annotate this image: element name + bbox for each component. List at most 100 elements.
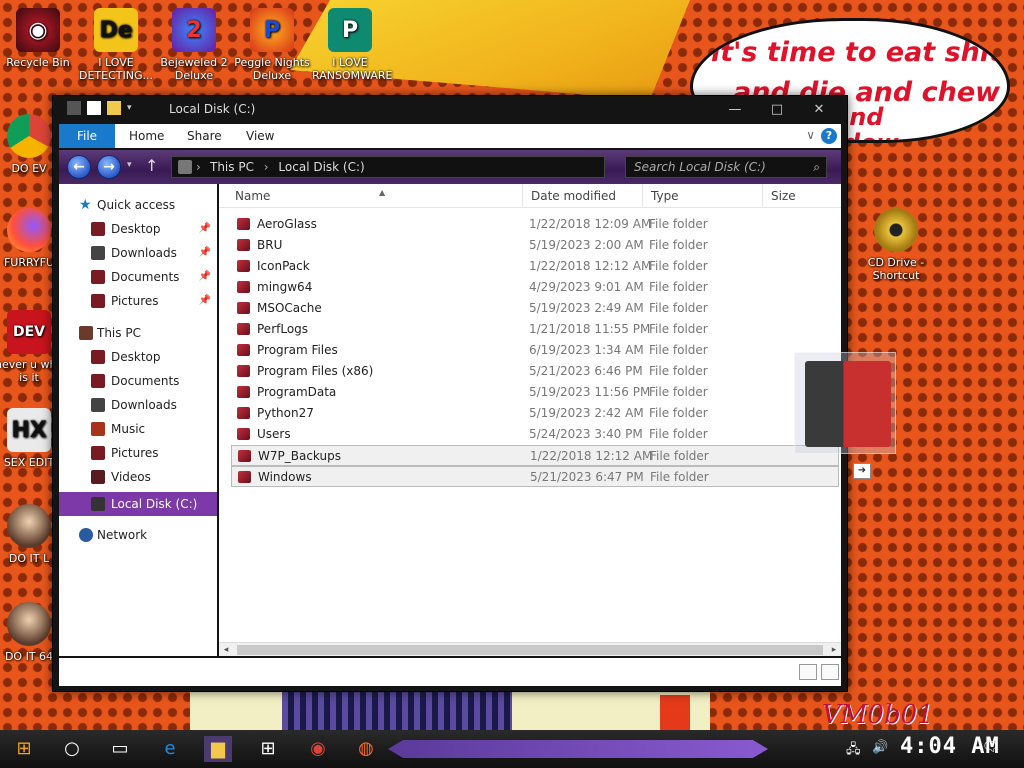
column-header-size[interactable]: Size bbox=[763, 184, 841, 208]
search-icon[interactable]: ○ bbox=[58, 736, 86, 762]
file-name: Program Files (x86) bbox=[257, 364, 374, 378]
start-button[interactable]: ⊞ bbox=[10, 736, 38, 762]
tab-file[interactable]: File bbox=[59, 124, 115, 148]
nav-pc-music[interactable]: Music bbox=[59, 418, 217, 440]
file-type: File folder bbox=[649, 322, 708, 336]
file-name: W7P_Backups bbox=[258, 449, 341, 463]
nav-pc-downloads[interactable]: Downloads bbox=[59, 394, 217, 416]
nav-local-disk[interactable]: Local Disk (C:) bbox=[59, 492, 217, 516]
new-folder-icon[interactable] bbox=[107, 101, 121, 115]
nav-pc-videos[interactable]: Videos bbox=[59, 466, 217, 488]
pin-icon[interactable]: 📌 bbox=[199, 242, 211, 264]
file-row[interactable]: ProgramData 5/19/2023 11:56 PM File folder bbox=[231, 382, 839, 403]
file-row[interactable]: Program Files 6/19/2023 1:34 AM File folde… bbox=[231, 340, 839, 361]
file-row[interactable]: W7P_Backups 1/22/2018 12:12 AM File folder bbox=[231, 445, 839, 466]
pin-icon[interactable]: 📌 bbox=[199, 266, 211, 288]
navigation-pane: ★ Quick access Desktop 📌 Downloads 📌 Doc… bbox=[59, 184, 217, 656]
file-date: 5/19/2023 2:00 AM bbox=[529, 238, 644, 252]
chevron-down-icon[interactable]: ▾ bbox=[127, 103, 132, 113]
scrollbar-thumb[interactable] bbox=[237, 645, 823, 655]
breadcrumb-local-disk[interactable]: Local Disk (C:) bbox=[278, 160, 364, 174]
file-name: MSOCache bbox=[257, 301, 322, 315]
help-button[interactable]: ? bbox=[821, 128, 837, 144]
tab-share[interactable]: Share bbox=[187, 124, 222, 148]
horizontal-scrollbar[interactable]: ◂ ▸ bbox=[219, 642, 841, 656]
nav-quick-pictures[interactable]: Pictures 📌 bbox=[59, 290, 217, 312]
file-row[interactable]: Windows 5/21/2023 6:47 PM File folder bbox=[231, 466, 839, 487]
pin-icon[interactable]: 📌 bbox=[199, 290, 211, 312]
nav-quick-access[interactable]: ★ Quick access bbox=[59, 194, 217, 216]
notification-icon[interactable]: 🗨 bbox=[982, 740, 999, 755]
column-header-name[interactable]: Name ▲ bbox=[227, 184, 523, 208]
file-row[interactable]: mingw64 4/29/2023 9:01 AM File folder bbox=[231, 277, 839, 298]
address-bar[interactable]: › This PC › Local Disk (C:) bbox=[171, 156, 605, 178]
close-button[interactable]: ✕ bbox=[799, 100, 839, 120]
file-row[interactable]: BRU 5/19/2023 2:00 AM File folder bbox=[231, 235, 839, 256]
nav-network[interactable]: Network bbox=[59, 524, 217, 546]
chrome-icon[interactable]: ◉ bbox=[304, 736, 332, 762]
desktop-icon-label: I LOVE RANSOMWARE bbox=[312, 56, 393, 82]
nav-label: Videos bbox=[111, 470, 151, 484]
file-row[interactable]: IconPack 1/22/2018 12:12 AM File folder bbox=[231, 256, 839, 277]
search-icon[interactable]: ⌕ bbox=[813, 157, 820, 177]
store-icon[interactable]: ⊞ bbox=[254, 736, 282, 762]
details-view-button[interactable] bbox=[799, 664, 817, 680]
search-input[interactable]: Search Local Disk (C:) ⌕ bbox=[625, 156, 827, 178]
tab-home[interactable]: Home bbox=[129, 124, 164, 148]
properties-icon[interactable] bbox=[87, 101, 101, 115]
hex-editor-icon: HX bbox=[7, 408, 51, 452]
file-row[interactable]: PerfLogs 1/21/2018 11:55 PM File folder bbox=[231, 319, 839, 340]
scroll-left-icon[interactable]: ◂ bbox=[219, 643, 233, 657]
pin-icon[interactable]: 📌 bbox=[199, 218, 211, 240]
file-type: File folder bbox=[649, 427, 708, 441]
file-explorer-icon[interactable]: ▆ bbox=[204, 736, 232, 762]
file-type: File folder bbox=[649, 217, 708, 231]
desktop-icon-cd-drive[interactable]: CD Drive - Shortcut bbox=[858, 208, 934, 282]
maximize-button[interactable]: □ bbox=[757, 100, 797, 120]
desktop-icon-recycle-bin[interactable]: ◉ Recycle Bin bbox=[0, 8, 76, 69]
large-icons-view-button[interactable] bbox=[821, 664, 839, 680]
task-view-icon[interactable]: ▭ bbox=[106, 736, 134, 762]
desktop-icon-ransomware[interactable]: P I LOVE RANSOMWARE bbox=[312, 8, 392, 82]
volume-icon[interactable]: 🔊 bbox=[872, 740, 888, 755]
file-row[interactable]: Users 5/24/2023 3:40 PM File folder bbox=[231, 424, 839, 445]
sort-ascending-icon: ▲ bbox=[379, 188, 386, 197]
desktop-icon-peggle[interactable]: P Peggle Nights Deluxe bbox=[234, 8, 310, 82]
downloads-icon bbox=[91, 246, 105, 260]
column-header-date[interactable]: Date modified bbox=[523, 184, 643, 208]
desktop-icon-detect-it-easy[interactable]: De I LOVE DETECTING... bbox=[78, 8, 154, 82]
tab-view[interactable]: View bbox=[246, 124, 274, 148]
breadcrumb-this-pc[interactable]: This PC bbox=[210, 160, 254, 174]
file-row[interactable]: MSOCache 5/19/2023 2:49 AM File folder bbox=[231, 298, 839, 319]
wallpaper-watermark: VM0b01 bbox=[822, 700, 934, 730]
recent-locations-chevron-icon[interactable]: ▾ bbox=[127, 160, 132, 170]
scroll-right-icon[interactable]: ▸ bbox=[827, 643, 841, 657]
desktop-icon-bejeweled[interactable]: 2 Bejeweled 2 Deluxe bbox=[156, 8, 232, 82]
title-bar: ▾ Local Disk (C:) — □ ✕ bbox=[53, 96, 847, 122]
file-date: 5/21/2023 6:46 PM bbox=[529, 364, 643, 378]
nav-pc-desktop[interactable]: Desktop bbox=[59, 346, 217, 368]
nav-quick-desktop[interactable]: Desktop 📌 bbox=[59, 218, 217, 240]
network-tray-icon[interactable]: 🖧 bbox=[846, 740, 861, 762]
expand-ribbon-button[interactable]: ∨ bbox=[806, 128, 815, 142]
peggle-icon: P bbox=[250, 8, 294, 52]
nav-quick-downloads[interactable]: Downloads 📌 bbox=[59, 242, 217, 264]
file-date: 5/19/2023 11:56 PM bbox=[529, 385, 651, 399]
file-row[interactable]: AeroGlass 1/22/2018 12:09 AM File folder bbox=[231, 214, 839, 235]
minimize-button[interactable]: — bbox=[715, 100, 755, 120]
nav-pc-pictures[interactable]: Pictures bbox=[59, 442, 217, 464]
nav-this-pc[interactable]: This PC bbox=[59, 322, 217, 344]
cd-drive-icon bbox=[874, 208, 918, 252]
column-header-type[interactable]: Type bbox=[643, 184, 763, 208]
forward-button[interactable]: → bbox=[97, 155, 121, 179]
edge-icon[interactable]: e bbox=[156, 736, 184, 762]
nav-label: Documents bbox=[111, 270, 180, 284]
back-button[interactable]: ← bbox=[67, 155, 91, 179]
file-row[interactable]: Program Files (x86) 5/21/2023 6:46 PM File… bbox=[231, 361, 839, 382]
nav-quick-documents[interactable]: Documents 📌 bbox=[59, 266, 217, 288]
firefox-icon[interactable]: ◍ bbox=[352, 736, 380, 762]
navigation-bar: ← → ▾ ↑ › This PC › Local Disk (C:) Sear… bbox=[59, 150, 841, 184]
nav-pc-documents[interactable]: Documents bbox=[59, 370, 217, 392]
up-button[interactable]: ↑ bbox=[145, 156, 158, 175]
file-row[interactable]: Python27 5/19/2023 2:42 AM File folder bbox=[231, 403, 839, 424]
